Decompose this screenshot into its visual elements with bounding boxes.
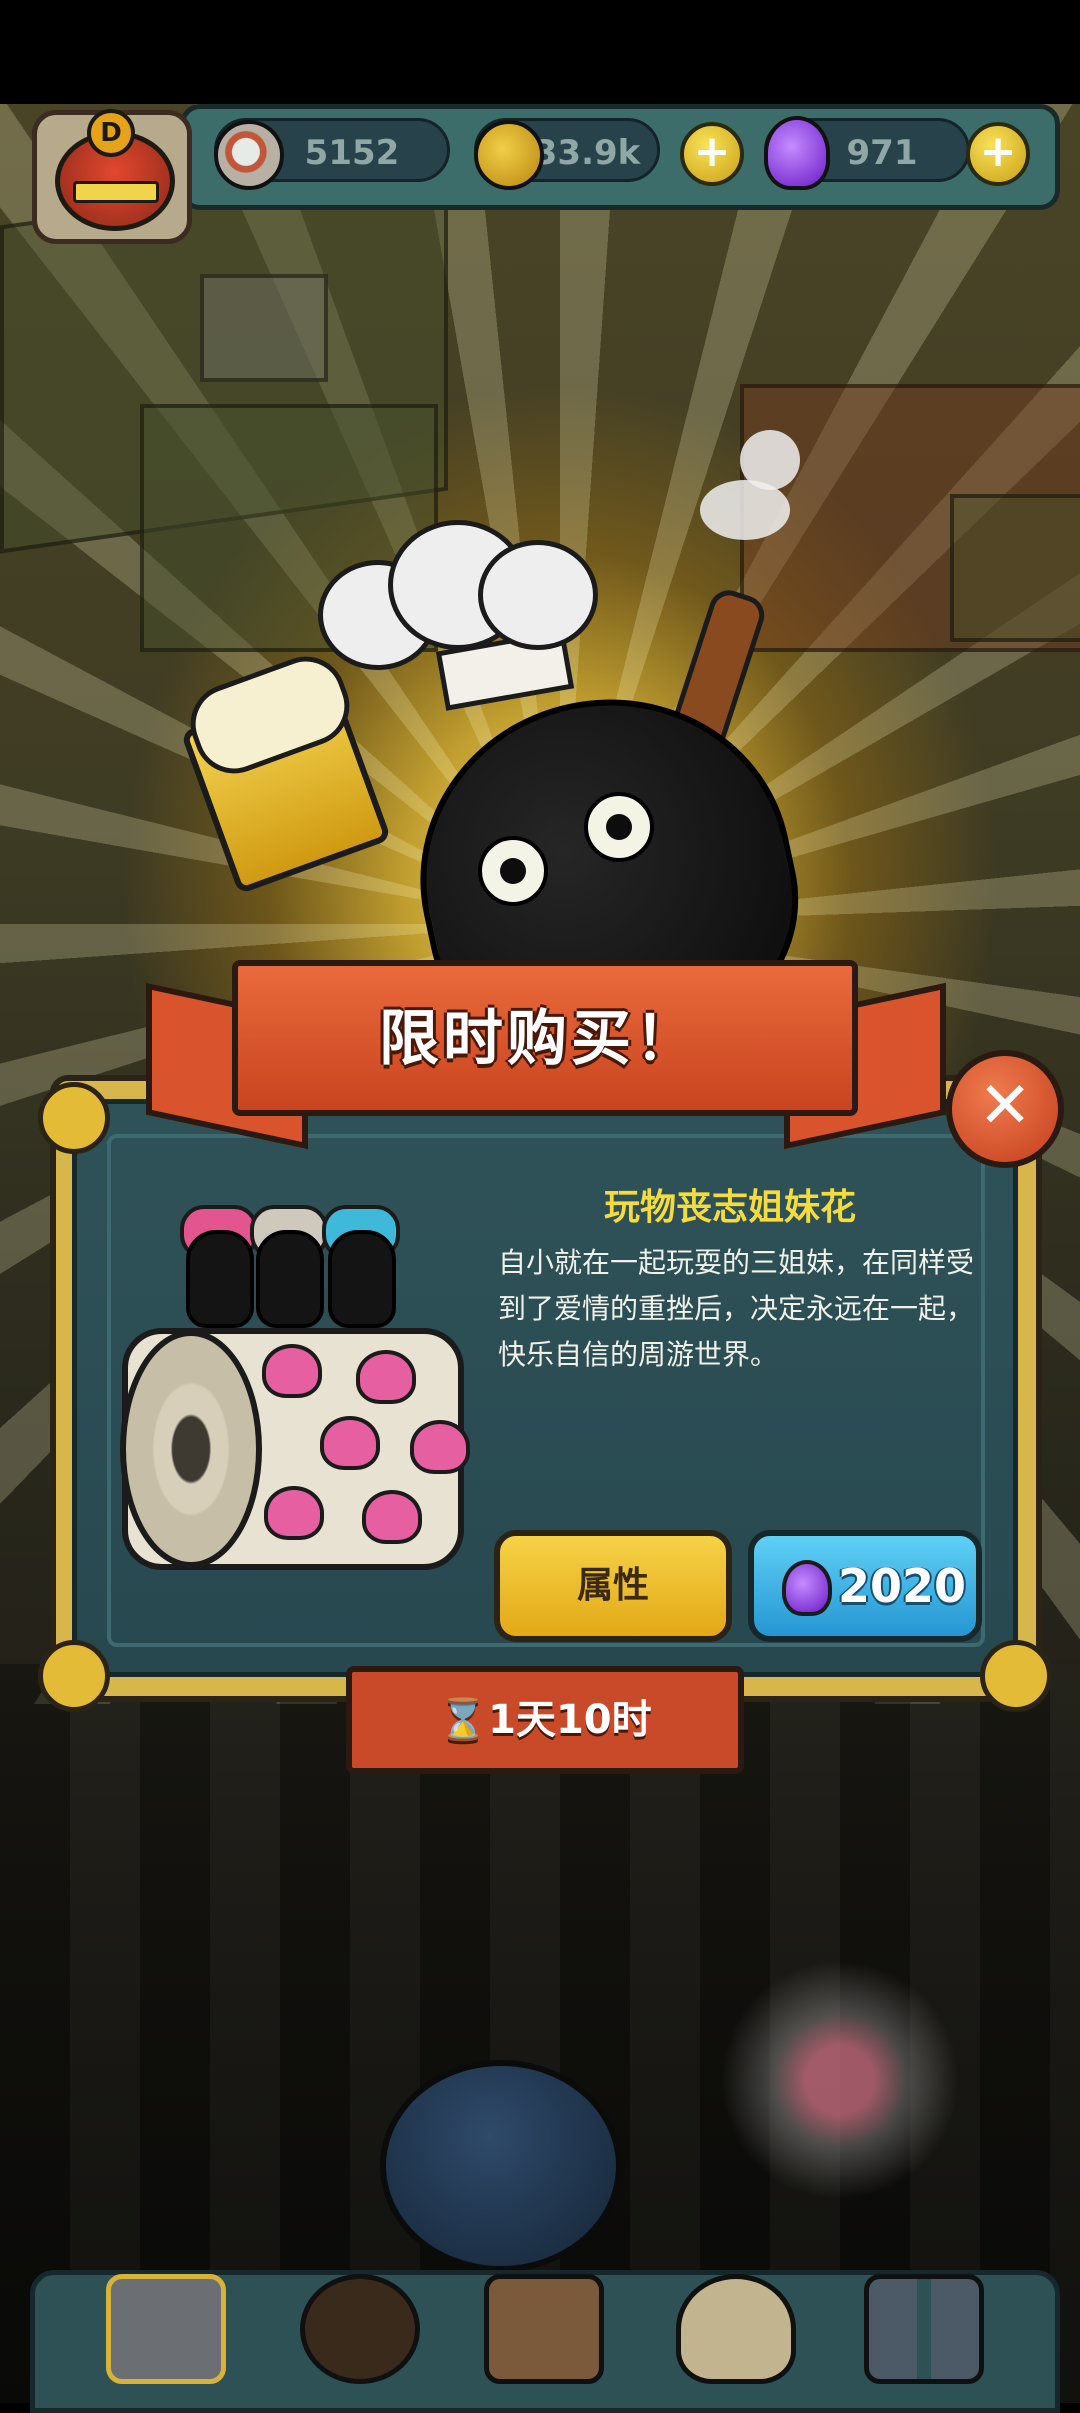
nav-book[interactable] bbox=[474, 2260, 604, 2390]
add-coins-button[interactable]: + bbox=[680, 122, 744, 186]
offer-timer: ⌛1天10时 bbox=[346, 1666, 744, 1774]
mascot-eye-left bbox=[478, 836, 548, 906]
chef-hat bbox=[318, 520, 598, 670]
sister-figure bbox=[256, 1230, 324, 1328]
plus-icon: + bbox=[693, 126, 731, 177]
building-window bbox=[950, 494, 1080, 642]
corner-ornament bbox=[980, 1640, 1052, 1712]
add-potions-button[interactable]: + bbox=[966, 122, 1030, 186]
player-avatar[interactable]: D bbox=[32, 109, 192, 244]
timer-text: ⌛1天10时 bbox=[438, 1697, 652, 1743]
grid-icon bbox=[864, 2274, 984, 2384]
plus-icon: + bbox=[979, 126, 1017, 177]
book-icon bbox=[484, 2274, 604, 2384]
buy-button[interactable]: 2020 bbox=[748, 1530, 982, 1642]
nav-characters[interactable] bbox=[290, 2260, 420, 2390]
toilet-roll-end bbox=[120, 1330, 262, 1568]
heart-pattern bbox=[362, 1490, 422, 1544]
nav-coin-bag[interactable] bbox=[666, 2260, 796, 2390]
attributes-button[interactable]: 属性 bbox=[494, 1530, 732, 1642]
coin-bag-icon bbox=[676, 2274, 796, 2384]
characters-icon bbox=[300, 2274, 420, 2384]
heart-pattern bbox=[356, 1350, 416, 1404]
mascot-eye-right bbox=[584, 792, 654, 862]
building-icon bbox=[106, 2274, 226, 2384]
close-icon: ✕ bbox=[978, 1069, 1032, 1143]
nav-grid[interactable] bbox=[854, 2260, 984, 2390]
status-bar bbox=[0, 0, 1080, 104]
heart-pattern bbox=[262, 1344, 322, 1398]
coin-count: 33.9k bbox=[533, 133, 641, 173]
corner-ornament bbox=[38, 1082, 110, 1154]
potion-icon bbox=[764, 116, 830, 190]
avatar-teeth bbox=[73, 181, 159, 203]
nav-building[interactable] bbox=[96, 2260, 226, 2390]
potion-count: 971 bbox=[846, 133, 918, 173]
sister-figure bbox=[328, 1230, 396, 1328]
coin-icon bbox=[474, 120, 544, 190]
heart-pattern bbox=[320, 1416, 380, 1470]
item-description: 自小就在一起玩耍的三姐妹，在同样受到了爱情的重挫后，决定永远在一起，快乐自信的周… bbox=[498, 1246, 975, 1371]
eyeball-icon bbox=[214, 120, 284, 190]
avatar-badge: D bbox=[87, 109, 135, 157]
corner-ornament bbox=[38, 1640, 110, 1712]
smoke-puff bbox=[740, 430, 800, 490]
cauldron bbox=[380, 2060, 622, 2272]
potion-icon bbox=[782, 1560, 832, 1616]
banner-title: 限时购买！ bbox=[379, 1004, 699, 1074]
heart-pattern bbox=[410, 1420, 470, 1474]
eyeball-count: 5152 bbox=[304, 133, 400, 173]
close-button[interactable]: ✕ bbox=[946, 1050, 1064, 1168]
heart-pattern bbox=[264, 1486, 324, 1540]
chimney bbox=[200, 274, 328, 382]
vortex-portal bbox=[720, 1960, 960, 2200]
item-name: 玩物丧志姐妹花 bbox=[603, 1187, 856, 1228]
price-label: 2020 bbox=[838, 1559, 967, 1613]
sister-figure bbox=[186, 1230, 254, 1328]
